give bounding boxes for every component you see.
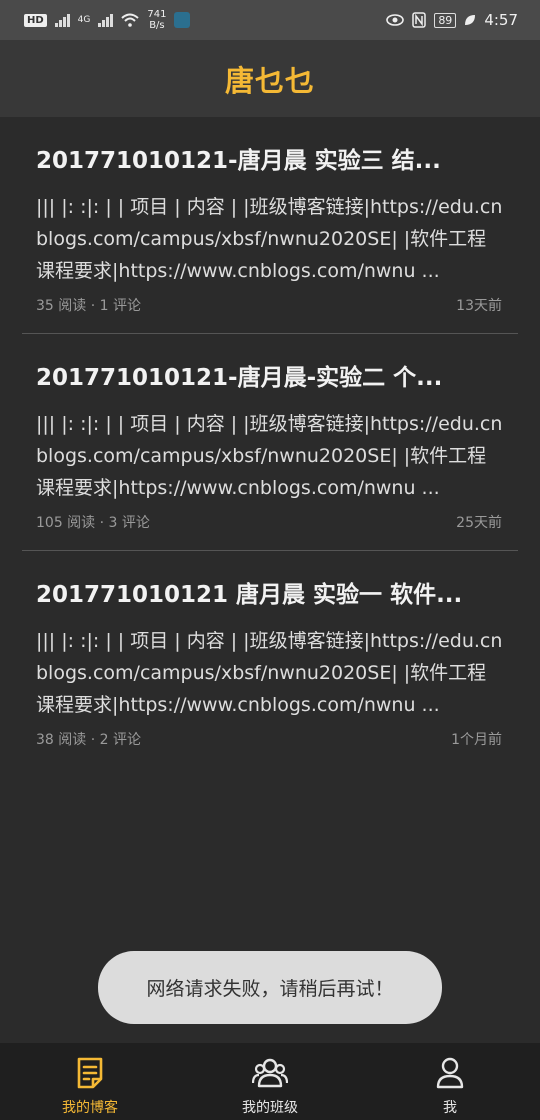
speed-value: 741 <box>147 9 167 20</box>
class-group-icon <box>252 1058 288 1088</box>
hd-badge: HD <box>24 13 47 27</box>
status-bar-right: 89 4:57 <box>386 11 518 29</box>
error-toast: 网络请求失败，请稍后再试！ <box>98 951 442 1024</box>
page-title: 唐乜乜 <box>224 63 315 98</box>
post-item[interactable]: 201771010121-唐月晨-实验二 个... ||| |: :|: | |… <box>22 334 518 551</box>
post-time: 25天前 <box>456 515 502 531</box>
sim1-signal-icon <box>54 13 70 27</box>
post-meta: 105 阅读 · 3 评论 25天前 <box>36 512 504 532</box>
clock: 4:57 <box>484 11 518 29</box>
eye-comfort-icon <box>386 14 405 26</box>
bottom-nav: 我的博客 我的班级 我 <box>0 1043 540 1120</box>
status-bar-left: HD 4G 741 B/s <box>24 9 191 31</box>
network-speed: 741 B/s <box>147 9 166 31</box>
post-list: 201771010121-唐月晨 实验三 结... ||| |: :|: | |… <box>0 117 540 768</box>
nav-label: 我 <box>443 1100 457 1116</box>
blog-icon <box>77 1057 103 1089</box>
status-bar: HD 4G 741 B/s 89 4:57 <box>0 0 540 40</box>
post-summary: ||| |: :|: | | 项目 | 内容 | |班级博客链接|https:/… <box>36 413 503 499</box>
post-item[interactable]: 201771010121 唐月晨 实验一 软件... ||| |: :|: | … <box>22 551 518 768</box>
post-stats: 105 阅读 · 3 评论 <box>36 515 150 531</box>
post-meta: 35 阅读 · 1 评论 13天前 <box>36 295 504 315</box>
nav-item-my-blog[interactable]: 我的博客 <box>0 1043 180 1117</box>
nav-item-me[interactable]: 我 <box>360 1043 540 1117</box>
rss-app-icon <box>174 12 191 28</box>
post-title: 201771010121-唐月晨-实验二 个... <box>36 365 443 391</box>
post-meta: 38 阅读 · 2 评论 1个月前 <box>36 729 504 749</box>
leaf-power-save-icon <box>465 15 476 25</box>
app-header: 唐乜乜 <box>0 40 540 117</box>
post-time: 1个月前 <box>451 732 502 748</box>
nav-label: 我的博客 <box>62 1100 118 1116</box>
toast-message: 网络请求失败，请稍后再试！ <box>146 978 394 1000</box>
post-title: 201771010121 唐月晨 实验一 软件... <box>36 582 463 608</box>
nav-label: 我的班级 <box>242 1100 298 1116</box>
post-stats: 35 阅读 · 1 评论 <box>36 298 141 314</box>
wifi-icon <box>121 13 140 27</box>
post-summary: ||| |: :|: | | 项目 | 内容 | |班级博客链接|https:/… <box>36 630 503 716</box>
profile-icon <box>436 1057 464 1089</box>
post-title: 201771010121-唐月晨 实验三 结... <box>36 148 441 174</box>
nav-item-my-class[interactable]: 我的班级 <box>180 1043 360 1117</box>
speed-unit: B/s <box>149 20 165 31</box>
post-item[interactable]: 201771010121-唐月晨 实验三 结... ||| |: :|: | |… <box>22 117 518 334</box>
nfc-icon <box>412 12 427 28</box>
sim2-signal-icon <box>98 13 114 27</box>
battery-level: 89 <box>434 12 457 28</box>
post-summary: ||| |: :|: | | 项目 | 内容 | |班级博客链接|https:/… <box>36 196 503 282</box>
post-stats: 38 阅读 · 2 评论 <box>36 732 141 748</box>
post-time: 13天前 <box>456 298 502 314</box>
network-type: 4G <box>77 15 91 25</box>
